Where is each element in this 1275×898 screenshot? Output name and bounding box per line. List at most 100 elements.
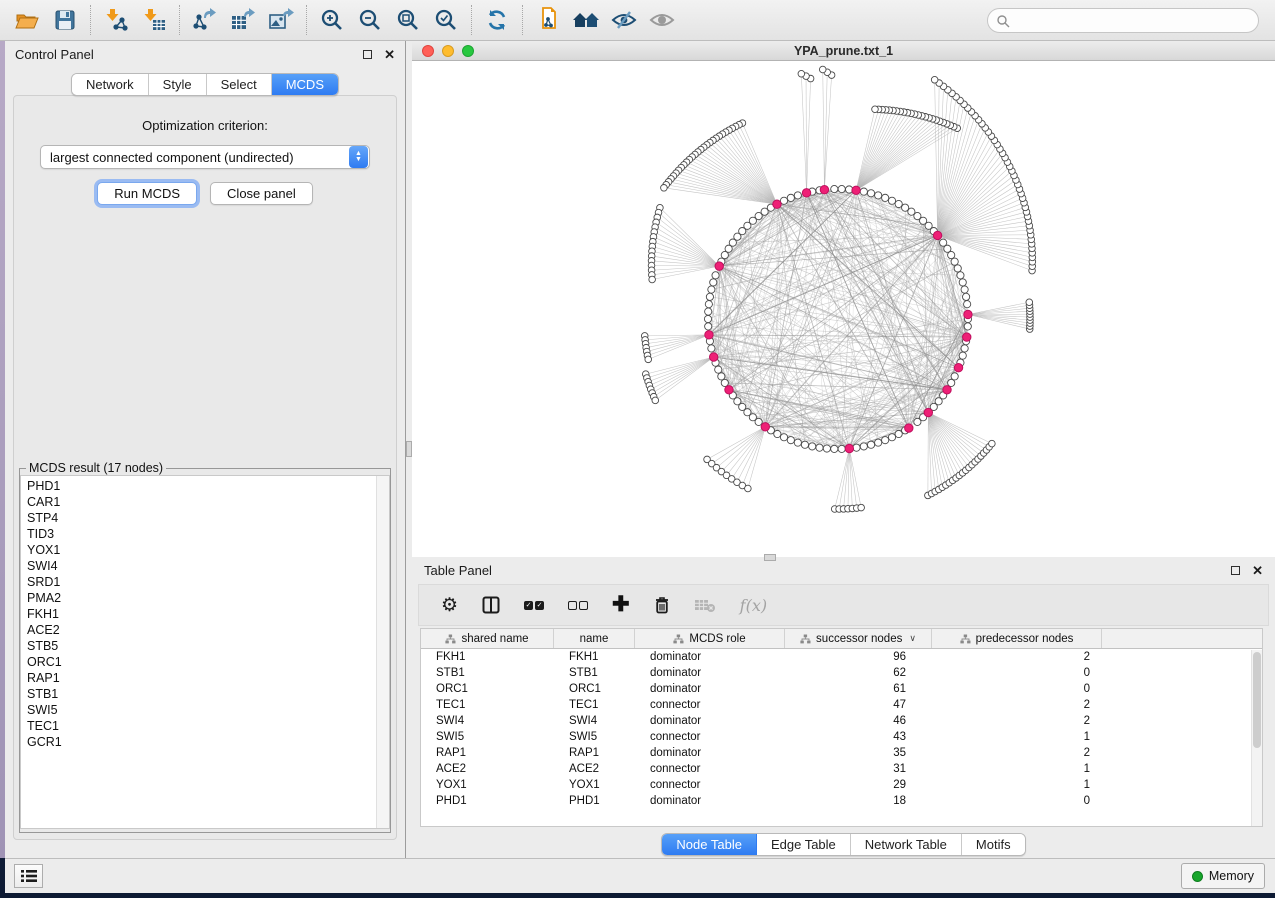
network-node[interactable] <box>706 293 713 300</box>
cell-predecessor-nodes[interactable]: 0 <box>932 793 1102 809</box>
tab-network[interactable]: Network <box>72 74 149 95</box>
network-node[interactable] <box>875 439 882 446</box>
network-node[interactable] <box>964 301 971 308</box>
close-window-icon[interactable] <box>422 45 434 57</box>
criterion-select[interactable]: largest connected component (undirected)… <box>40 145 370 169</box>
mcds-network-node[interactable] <box>943 386 951 394</box>
network-node[interactable] <box>708 286 715 293</box>
cell-predecessor-nodes[interactable]: 2 <box>932 697 1102 713</box>
delete-column-button[interactable] <box>654 596 670 614</box>
horizontal-splitter-grip[interactable] <box>764 554 776 561</box>
mcds-network-node[interactable] <box>933 231 941 239</box>
network-leaf-node[interactable] <box>661 185 668 192</box>
import-table-button[interactable] <box>135 3 173 37</box>
zoom-selected-button[interactable] <box>427 3 465 37</box>
network-node[interactable] <box>961 286 968 293</box>
table-tab-network-table[interactable]: Network Table <box>851 834 962 855</box>
task-history-button[interactable] <box>14 864 43 888</box>
close-panel-icon[interactable]: ✕ <box>384 50 395 59</box>
cell-predecessor-nodes[interactable]: 1 <box>932 729 1102 745</box>
zoom-fit-button[interactable] <box>389 3 427 37</box>
cell-successor-nodes[interactable]: 62 <box>785 665 932 681</box>
network-node[interactable] <box>718 373 725 380</box>
column-header-name[interactable]: name <box>554 629 635 648</box>
cell-name[interactable]: RAP1 <box>554 745 635 761</box>
network-leaf-node[interactable] <box>819 66 826 73</box>
network-node[interactable] <box>959 352 966 359</box>
zoom-out-button[interactable] <box>351 3 389 37</box>
network-node[interactable] <box>961 345 968 352</box>
network-node[interactable] <box>787 194 794 201</box>
cell-successor-nodes[interactable]: 35 <box>785 745 932 761</box>
network-node[interactable] <box>895 430 902 437</box>
cell-MCDS-role[interactable]: connector <box>635 777 785 793</box>
column-header-predecessor-nodes[interactable]: predecessor nodes <box>932 629 1102 648</box>
mcds-network-node[interactable] <box>820 186 828 194</box>
mcds-result-item[interactable]: STP4 <box>21 510 376 526</box>
network-node[interactable] <box>831 445 838 452</box>
network-node[interactable] <box>831 185 838 192</box>
network-node[interactable] <box>902 204 909 211</box>
mcds-result-item[interactable]: YOX1 <box>21 542 376 558</box>
cell-MCDS-role[interactable]: dominator <box>635 713 785 729</box>
mcds-result-item[interactable]: ORC1 <box>21 654 376 670</box>
network-node[interactable] <box>774 430 781 437</box>
network-node[interactable] <box>755 418 762 425</box>
float-table-panel-icon[interactable] <box>1231 566 1240 575</box>
network-leaf-node[interactable] <box>872 106 879 113</box>
first-neighbors-button[interactable] <box>567 3 605 37</box>
network-leaf-node[interactable] <box>989 440 996 447</box>
cell-shared-name[interactable]: SWI5 <box>421 729 554 745</box>
network-leaf-node[interactable] <box>858 504 865 511</box>
cell-name[interactable]: TEC1 <box>554 697 635 713</box>
network-node[interactable] <box>853 444 860 451</box>
table-row[interactable]: PHD1PHD1dominator180 <box>421 793 1262 809</box>
network-node[interactable] <box>708 345 715 352</box>
network-node[interactable] <box>867 441 874 448</box>
tab-select[interactable]: Select <box>207 74 272 95</box>
network-node[interactable] <box>875 192 882 199</box>
mcds-network-node[interactable] <box>761 423 769 431</box>
network-graph[interactable] <box>412 61 1275 557</box>
select-all-button[interactable]: ✓ ✓ <box>524 601 544 610</box>
table-tab-edge-table[interactable]: Edge Table <box>757 834 851 855</box>
cell-name[interactable]: FKH1 <box>554 649 635 665</box>
cell-successor-nodes[interactable]: 46 <box>785 713 932 729</box>
network-leaf-node[interactable] <box>645 356 652 363</box>
table-row[interactable]: ACE2ACE2connector311 <box>421 761 1262 777</box>
table-row[interactable]: ORC1ORC1dominator610 <box>421 681 1262 697</box>
mcds-network-node[interactable] <box>725 386 733 394</box>
hide-selected-button[interactable] <box>605 3 643 37</box>
network-node[interactable] <box>954 265 961 272</box>
cell-predecessor-nodes[interactable]: 0 <box>932 681 1102 697</box>
minimize-window-icon[interactable] <box>442 45 454 57</box>
mcds-network-node[interactable] <box>802 189 810 197</box>
mcds-network-node[interactable] <box>773 200 781 208</box>
tab-style[interactable]: Style <box>149 74 207 95</box>
network-node[interactable] <box>951 373 958 380</box>
cell-MCDS-role[interactable]: connector <box>635 729 785 745</box>
network-node[interactable] <box>816 444 823 451</box>
mcds-result-item[interactable]: SWI4 <box>21 558 376 574</box>
cell-MCDS-role[interactable]: connector <box>635 761 785 777</box>
close-panel-button[interactable]: Close panel <box>210 182 313 205</box>
cell-shared-name[interactable]: FKH1 <box>421 649 554 665</box>
column-header-successor-nodes[interactable]: successor nodes∨ <box>785 629 932 648</box>
network-leaf-node[interactable] <box>931 76 938 83</box>
mcds-result-item[interactable]: STB1 <box>21 686 376 702</box>
table-row[interactable]: YOX1YOX1connector291 <box>421 777 1262 793</box>
table-settings-button[interactable]: ⚙ <box>441 594 458 617</box>
mcds-network-node[interactable] <box>905 424 913 432</box>
mcds-result-item[interactable]: TEC1 <box>21 718 376 734</box>
network-node[interactable] <box>712 272 719 279</box>
network-node[interactable] <box>704 315 711 322</box>
tab-mcds[interactable]: MCDS <box>272 74 338 95</box>
add-column-button[interactable]: ✚ <box>612 595 630 615</box>
network-node[interactable] <box>809 443 816 450</box>
cell-shared-name[interactable]: STB1 <box>421 665 554 681</box>
mcds-result-item[interactable]: GCR1 <box>21 734 376 750</box>
network-node[interactable] <box>794 439 801 446</box>
mcds-result-item[interactable]: SWI5 <box>21 702 376 718</box>
network-node[interactable] <box>882 194 889 201</box>
table-row[interactable]: SWI5SWI5connector431 <box>421 729 1262 745</box>
